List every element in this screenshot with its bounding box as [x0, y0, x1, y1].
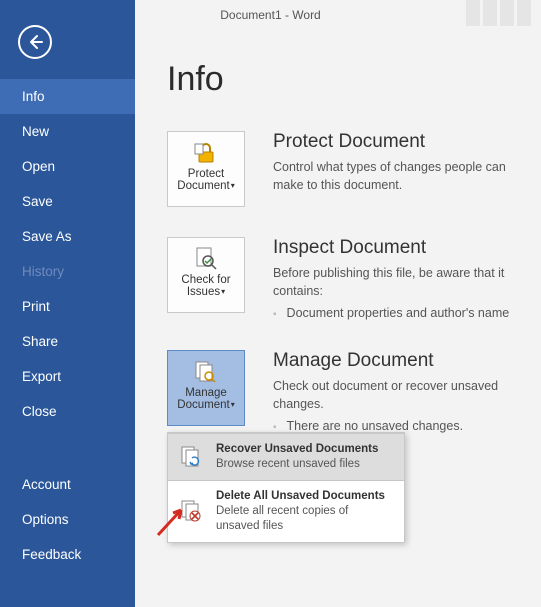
tile-line1: Manage [185, 387, 227, 399]
inspect-icon [168, 244, 244, 274]
manage-document-menu: Recover Unsaved Documents Browse recent … [167, 432, 405, 543]
nav-share[interactable]: Share [0, 324, 135, 359]
nav-export[interactable]: Export [0, 359, 135, 394]
lock-icon [168, 138, 244, 168]
nav-save[interactable]: Save [0, 184, 135, 219]
nav-save-as[interactable]: Save As [0, 219, 135, 254]
chevron-down-icon: ▾ [221, 287, 225, 296]
nav-label: History [22, 264, 64, 279]
tile-line1: Check for [181, 274, 230, 286]
nav-label: New [22, 124, 49, 139]
nav-label: Open [22, 159, 55, 174]
menu-recover-title: Recover Unsaved Documents [216, 442, 378, 457]
back-button[interactable] [18, 25, 52, 59]
menu-recover-sub: Browse recent unsaved files [216, 457, 378, 472]
nav-label: Print [22, 299, 50, 314]
check-for-issues-button[interactable]: Check forIssues▾ [167, 237, 245, 313]
tile-line2: Document [177, 180, 229, 192]
window-title: Document1 - Word [220, 8, 320, 22]
tile-line2: Document [177, 399, 229, 411]
nav-print[interactable]: Print [0, 289, 135, 324]
nav-close[interactable]: Close [0, 394, 135, 429]
nav-label: Feedback [22, 547, 81, 562]
protect-desc: Control what types of changes people can… [273, 159, 523, 194]
delete-icon [178, 497, 206, 525]
nav-label: Close [22, 404, 57, 419]
nav-label: Account [22, 477, 71, 492]
manage-document-button[interactable]: ManageDocument▾ [167, 350, 245, 426]
nav-label: Info [22, 89, 45, 104]
backstage-sidebar: Info New Open Save Save As History Print… [0, 0, 135, 607]
ribbon-stubs [466, 0, 531, 26]
menu-delete-sub: Delete all recent copies of unsaved file… [216, 504, 394, 534]
inspect-desc: Before publishing this file, be aware th… [273, 265, 523, 300]
manage-doc-icon [168, 357, 244, 387]
content-area: Info ProtectDocument▾ Protect Document C… [135, 30, 541, 607]
nav-history: History [0, 254, 135, 289]
manage-bullet: There are no unsaved changes. [273, 419, 523, 433]
section-inspect: Check forIssues▾ Inspect Document Before… [167, 237, 523, 320]
manage-heading: Manage Document [273, 350, 523, 372]
page-title: Info [167, 60, 523, 99]
menu-delete-title: Delete All Unsaved Documents [216, 489, 394, 504]
inspect-bullet: Document properties and author's name [273, 306, 523, 320]
nav-feedback[interactable]: Feedback [0, 537, 135, 572]
tile-line2: Issues [187, 286, 220, 298]
nav-label: Options [22, 512, 69, 527]
menu-recover-unsaved[interactable]: Recover Unsaved Documents Browse recent … [168, 433, 404, 481]
inspect-heading: Inspect Document [273, 237, 523, 259]
nav-open[interactable]: Open [0, 149, 135, 184]
manage-desc: Check out document or recover unsaved ch… [273, 378, 523, 413]
nav-account[interactable]: Account [0, 467, 135, 502]
nav-label: Export [22, 369, 61, 384]
menu-delete-unsaved[interactable]: Delete All Unsaved Documents Delete all … [168, 481, 404, 542]
chevron-down-icon: ▾ [231, 181, 235, 190]
nav-label: Share [22, 334, 58, 349]
nav-new[interactable]: New [0, 114, 135, 149]
section-manage: ManageDocument▾ Manage Document Check ou… [167, 350, 523, 433]
recover-icon [178, 443, 206, 471]
tile-line1: Protect [188, 168, 224, 180]
chevron-down-icon: ▾ [231, 400, 235, 409]
nav-label: Save As [22, 229, 72, 244]
nav-options[interactable]: Options [0, 502, 135, 537]
section-protect: ProtectDocument▾ Protect Document Contro… [167, 131, 523, 207]
protect-document-button[interactable]: ProtectDocument▾ [167, 131, 245, 207]
protect-heading: Protect Document [273, 131, 523, 153]
nav-info[interactable]: Info [0, 79, 135, 114]
nav-label: Save [22, 194, 53, 209]
arrow-left-icon [27, 34, 43, 50]
